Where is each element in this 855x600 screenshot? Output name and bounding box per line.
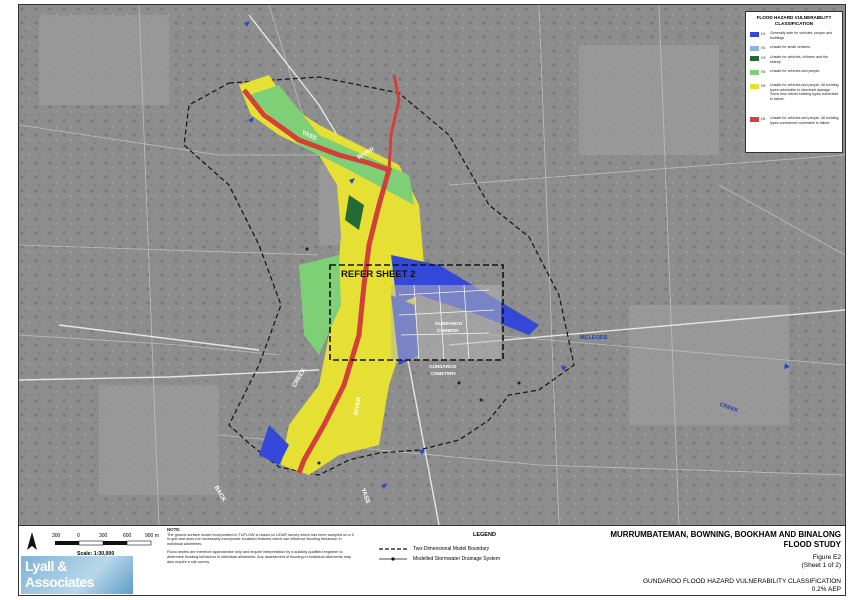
aep-label: 0.2% AEP — [811, 586, 841, 593]
legend-code: H3 — [761, 56, 766, 60]
scale-tick-5: 900 m — [145, 533, 159, 539]
north-arrow-icon — [27, 532, 37, 550]
legend-swatch — [750, 56, 759, 61]
legend-text: Unsafe for vehicles and people. — [770, 69, 821, 73]
legend-model-boundary: Two-Dimensional Model Boundary — [413, 546, 490, 552]
bottom-legend-symbols — [379, 548, 407, 561]
sheet-number: (Sheet 1 of 2) — [801, 562, 841, 569]
legend-text: Unsafe for small vehicles. — [770, 45, 811, 49]
lyall-associates-logo: Lyall & Associates — [21, 556, 133, 594]
legend-code: H5 — [761, 84, 766, 88]
legend-text: Unsafe for vehicles and people. All buil… — [770, 116, 839, 125]
logo-line-2: Associates — [25, 574, 94, 590]
scale-tick-3: 300 — [99, 533, 108, 539]
label-gundaroo-common-2: COMMON — [437, 328, 459, 333]
label-refer-sheet-2: REFER SHEET 2 — [341, 269, 416, 280]
map-canvas — [19, 5, 845, 525]
legend-text: Generally safe for vehicles, people and … — [770, 31, 833, 40]
scale-tick-2: 0 — [77, 533, 80, 539]
legend-swatch — [750, 117, 759, 122]
hazard-legend-title: FLOOD HAZARD VULNERABILITY CLASSIFICATIO… — [756, 15, 832, 26]
legend-swatch — [750, 84, 759, 89]
label-gundaroo-common-1: GUNDAROO — [435, 321, 463, 326]
label-gundaroo-cemetery-1: GUNDAROO — [429, 364, 457, 369]
legend-drainage: Modelled Stormwater Drainage System — [413, 556, 500, 562]
title-block: MURRUMBATEMAN, BOWNING, BOOKHAM AND BINA… — [579, 530, 841, 594]
figure-frame: YASS RIVER REFER SHEET 2 GUNDAROO COMMON… — [18, 4, 846, 596]
title-strip: 300 0 300 600 900 m Scale: 1:30,000 Lyal… — [19, 525, 845, 595]
notes-paragraph-2: Flood depths are therefore approximate o… — [167, 550, 352, 564]
logo-line-1: Lyall & — [25, 558, 67, 574]
bottom-legend-title: LEGEND — [473, 532, 496, 538]
title-line-2: FLOOD STUDY — [783, 540, 841, 549]
notes-paragraph-1: The ground surface model incorporated in… — [167, 532, 354, 546]
scale-tick-4: 600 — [123, 533, 132, 539]
flood-hazard-map[interactable]: YASS RIVER REFER SHEET 2 GUNDAROO COMMON… — [19, 5, 845, 525]
label-mcleods: MCLEODS — [580, 335, 608, 341]
scale-bar — [55, 540, 152, 546]
legend-swatch — [750, 32, 759, 37]
scale-tick-1: 300 — [52, 533, 61, 539]
title-line-1: MURRUMBATEMAN, BOWNING, BOOKHAM AND BINA… — [610, 530, 841, 539]
figure-number: Figure E2 — [812, 554, 841, 561]
legend-code: H4 — [761, 70, 766, 74]
legend-swatch — [750, 46, 759, 51]
legend-swatch — [750, 70, 759, 75]
notes: NOTE: The ground surface model incorpora… — [167, 527, 357, 564]
title-line-5: GUNDAROO FLOOD HAZARD VULNERABILITY CLAS… — [642, 578, 841, 585]
legend-code: H2 — [761, 46, 766, 50]
legend-code: H6 — [761, 117, 766, 121]
legend-code: H1 — [761, 32, 766, 36]
hazard-legend: FLOOD HAZARD VULNERABILITY CLASSIFICATIO… — [745, 11, 843, 153]
label-gundaroo-cemetery-2: CEMETERY — [431, 371, 457, 376]
legend-text: Unsafe for vehicles, children and the el… — [770, 55, 829, 64]
legend-text: Unsafe for vehicles and people. All buil… — [770, 83, 839, 101]
